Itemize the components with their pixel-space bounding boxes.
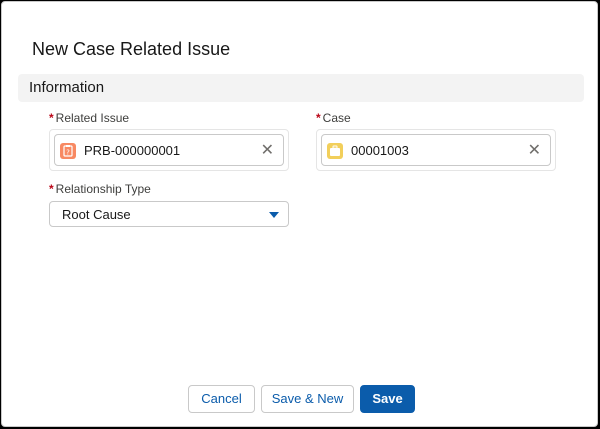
required-marker: * [49, 182, 54, 196]
new-case-related-issue-modal: New Case Related Issue Information * Rela… [1, 1, 598, 427]
case-pill[interactable]: 00001003 ✕ [321, 134, 551, 166]
section-title: Information [29, 79, 105, 96]
case-label: * Case [316, 111, 351, 125]
relationship-type-label-text: Relationship Type [55, 182, 151, 196]
case-icon [327, 143, 343, 159]
relationship-type-select[interactable]: Root Cause [49, 201, 289, 227]
related-issue-lookup: ? PRB-000000001 ✕ [49, 129, 289, 171]
case-label-text: Case [322, 111, 351, 125]
clear-related-issue-icon[interactable]: ✕ [261, 135, 274, 166]
related-issue-label: * Related Issue [49, 111, 129, 125]
save-button[interactable]: Save [360, 385, 415, 413]
chevron-down-icon [269, 212, 279, 218]
relationship-type-label: * Relationship Type [49, 182, 151, 196]
modal-title: New Case Related Issue [32, 39, 231, 59]
case-value: 00001003 [351, 143, 409, 158]
required-marker: * [49, 111, 54, 125]
problem-icon: ? [60, 143, 76, 159]
relationship-type-value: Root Cause [62, 207, 131, 222]
cancel-button[interactable]: Cancel [188, 385, 255, 413]
save-and-new-button[interactable]: Save & New [261, 385, 354, 413]
case-lookup: 00001003 ✕ [316, 129, 556, 171]
related-issue-value: PRB-000000001 [84, 143, 181, 158]
clear-case-icon[interactable]: ✕ [528, 135, 541, 166]
related-issue-label-text: Related Issue [55, 111, 130, 125]
related-issue-pill[interactable]: ? PRB-000000001 ✕ [54, 134, 284, 166]
required-marker: * [316, 111, 321, 125]
section-header-information[interactable]: Information [18, 74, 584, 102]
svg-text:?: ? [66, 149, 70, 157]
